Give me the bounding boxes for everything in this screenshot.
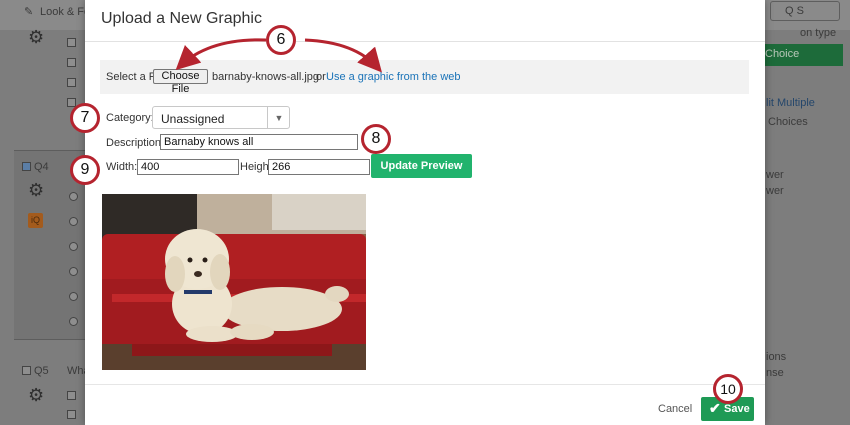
description-input[interactable]: Barnaby knows all [160, 134, 358, 150]
title-divider [85, 41, 765, 42]
width-label: Width: [106, 161, 138, 173]
choice-type-label: Choice [765, 48, 800, 60]
q5-checkbox[interactable] [22, 366, 31, 375]
actions-label: ions [766, 351, 787, 363]
checkbox[interactable] [67, 38, 76, 47]
search-label: Q S [785, 5, 804, 17]
callout-6: 6 [266, 25, 296, 55]
selected-file-name: barnaby-knows-all.jpg [212, 71, 319, 83]
category-value: Unassigned [161, 112, 225, 126]
category-select[interactable]: Unassigned ▼ [152, 106, 290, 129]
chevron-down-icon: ▼ [274, 113, 284, 123]
radio-option[interactable] [69, 317, 78, 326]
right-panel [765, 30, 850, 425]
answer-option-label: wer [766, 169, 784, 181]
checkmark-icon: ✔ [709, 400, 721, 416]
q4-checkbox[interactable] [22, 162, 31, 171]
look-and-feel-icon: ✎ [24, 6, 34, 18]
q4-label: Q4 [34, 161, 49, 173]
width-input[interactable]: 400 [137, 159, 239, 175]
question-type-label: on type [800, 27, 837, 39]
gear-icon[interactable]: ⚙ [28, 385, 44, 406]
iq-icon: iQ [28, 213, 43, 228]
search-box[interactable]: Q S [770, 1, 840, 21]
checkbox[interactable] [67, 410, 76, 419]
radio-option[interactable] [69, 217, 78, 226]
radio-option[interactable] [69, 242, 78, 251]
save-label: Save [724, 403, 750, 415]
gear-icon[interactable]: ⚙ [28, 27, 44, 48]
callout-7: 7 [70, 103, 100, 133]
choose-file-button[interactable]: Choose File [153, 69, 208, 95]
dog-photo [102, 194, 366, 370]
choices-label: Choices [768, 116, 808, 128]
footer-divider [85, 384, 765, 385]
web-graphic-link[interactable]: Use a graphic from the web [326, 71, 461, 83]
graphic-preview-image [102, 194, 366, 370]
checkbox[interactable] [67, 78, 76, 87]
update-preview-button[interactable]: Update Preview [371, 154, 472, 178]
upload-graphic-dialog: Upload a New Graphic Select a File Choos… [85, 0, 765, 425]
callout-10: 10 [713, 374, 743, 404]
cancel-button[interactable]: Cancel [658, 403, 692, 415]
callout-9: 9 [70, 155, 100, 185]
description-label: Description: [106, 137, 165, 149]
response-dropdown[interactable]: nse [766, 367, 784, 379]
radio-option[interactable] [69, 192, 78, 201]
edit-multiple-link[interactable]: lit Multiple [766, 97, 815, 109]
update-preview-label: Update Preview [380, 160, 463, 172]
callout-8: 8 [361, 124, 391, 154]
checkbox[interactable] [67, 58, 76, 67]
dialog-title: Upload a New Graphic [101, 10, 262, 27]
choice-type-button[interactable]: Choice [765, 44, 843, 66]
q5-label: Q5 [34, 365, 49, 377]
radio-option[interactable] [69, 292, 78, 301]
category-label: Category: [106, 112, 154, 124]
answer-option-label: wer [766, 185, 784, 197]
or-label: or [316, 71, 326, 83]
gear-icon[interactable]: ⚙ [28, 180, 44, 201]
checkbox[interactable] [67, 391, 76, 400]
select-divider [267, 107, 268, 128]
height-input[interactable]: 266 [268, 159, 370, 175]
radio-option[interactable] [69, 267, 78, 276]
